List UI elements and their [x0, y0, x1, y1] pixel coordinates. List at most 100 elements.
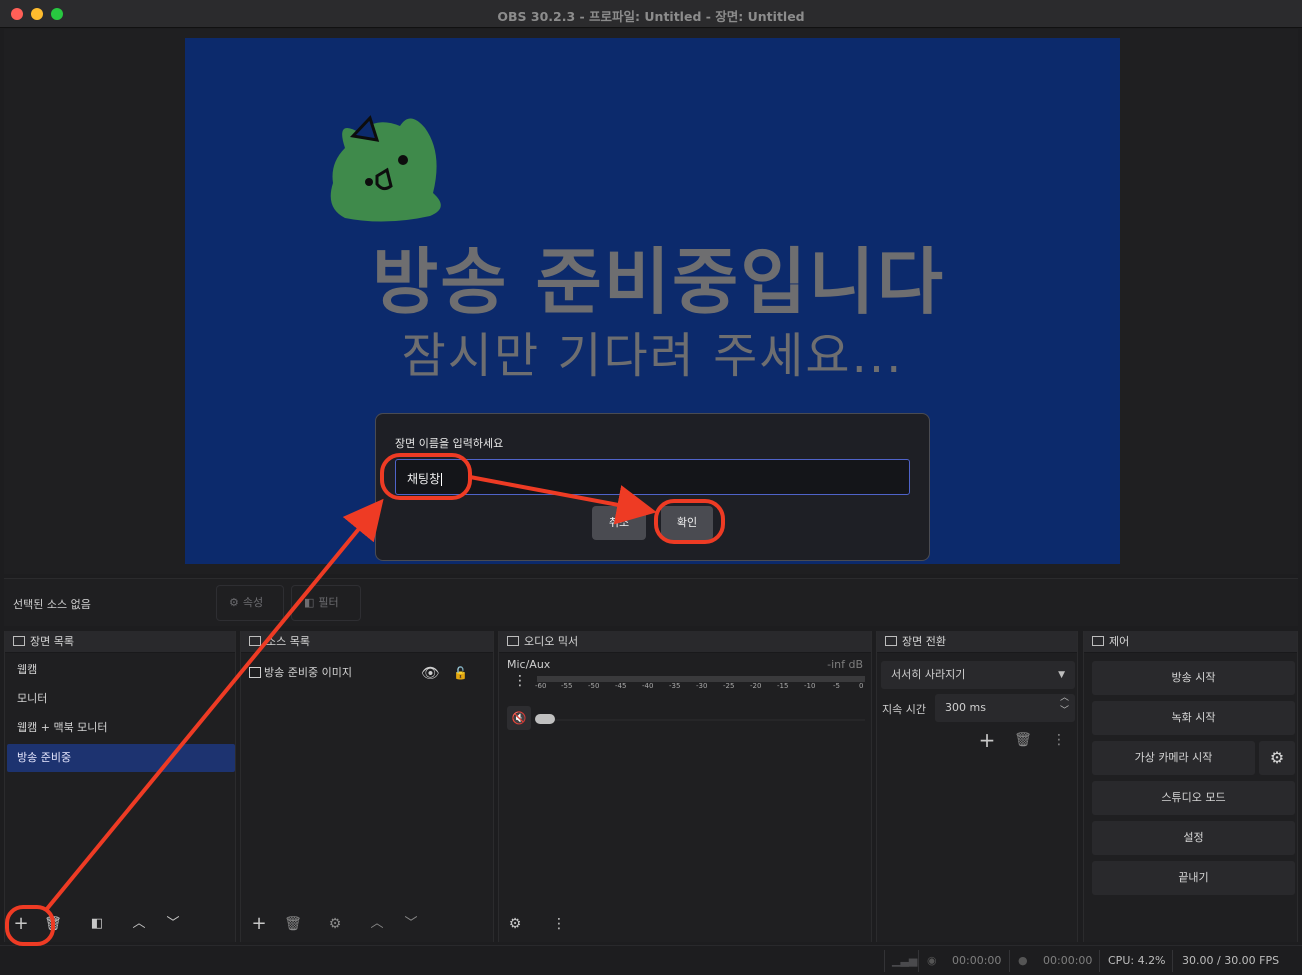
start-virtual-camera-button[interactable]: 가상 카메라 시작	[1092, 741, 1255, 775]
dock-icon	[507, 636, 519, 646]
scene-item-monitor[interactable]: 모니터	[7, 685, 235, 713]
record-status-icon: ●	[1018, 954, 1028, 967]
stream-time: 00:00:00	[952, 954, 1002, 967]
mute-button[interactable]: 🔇	[507, 706, 531, 730]
dock-icon	[249, 636, 261, 646]
scene-item-standby[interactable]: 방송 준비중	[7, 744, 235, 772]
dock-icon	[1092, 636, 1104, 646]
status-bar: ▁▃▅ ◉ 00:00:00 ● 00:00:00 CPU: 4.2% 30.0…	[0, 945, 1302, 975]
gear-icon: ⚙	[508, 916, 522, 932]
sources-toolbar: + 🗑 ⚙ ︿ ﹀	[241, 906, 493, 942]
signal-strength-icon: ▁▃▅	[892, 954, 918, 967]
cancel-button[interactable]: 취소	[592, 506, 646, 540]
move-scene-up-button[interactable]: ︿	[127, 912, 151, 936]
ok-button[interactable]: 확인	[661, 506, 713, 540]
add-scene-button[interactable]: +	[9, 912, 33, 936]
scenes-toolbar: + 🗑 ◧ ︿ ﹀	[5, 906, 235, 942]
transition-menu-button[interactable]: ⋮	[1047, 728, 1071, 752]
dialog-prompt: 장면 이름을 입력하세요	[395, 437, 504, 450]
meter-tick-label: -20	[750, 682, 762, 690]
remove-scene-button[interactable]: 🗑	[41, 912, 65, 936]
controls-dock-header: 제어	[1084, 631, 1297, 653]
transitions-body: 서서히 사라지기 ▼ 지속 시간 300 ms ︿ ﹀ + 🗑 ⋮	[877, 654, 1077, 942]
add-source-button[interactable]: +	[247, 912, 271, 936]
remove-source-button[interactable]: 🗑	[281, 912, 305, 936]
meter-tick-label: -30	[696, 682, 708, 690]
title-bar: OBS 30.2.3 - 프로파일: Untitled - 장면: Untitl…	[0, 0, 1302, 28]
scene-item-label: 방송 준비중	[17, 751, 72, 764]
mixer-channel-name: Mic/Aux	[507, 658, 551, 671]
fps-readout: 30.00 / 30.00 FPS	[1182, 954, 1280, 967]
more-vertical-icon: ⋮	[552, 916, 566, 932]
gear-icon: ⚙	[229, 596, 239, 609]
image-icon	[249, 666, 261, 678]
transitions-dock-title: 장면 전환	[902, 635, 946, 648]
move-source-down-button[interactable]: ﹀	[399, 912, 423, 936]
transitions-dock-header: 장면 전환	[877, 631, 1077, 653]
scene-item-label: 웹캠 + 맥북 모니터	[17, 721, 108, 734]
sources-dock-header: 소스 목록	[241, 631, 493, 653]
trash-icon: 🗑	[284, 916, 302, 932]
plus-icon: +	[251, 913, 267, 934]
move-scene-down-button[interactable]: ﹀	[161, 912, 185, 936]
cpu-usage: CPU: 4.2%	[1108, 954, 1166, 967]
gear-icon: ⚙	[328, 916, 342, 932]
spin-arrows-icon[interactable]: ︿ ﹀	[1060, 692, 1069, 718]
audio-mixer-dock-header: 오디오 믹서	[499, 631, 871, 653]
eye-icon[interactable]: 👁	[421, 662, 440, 684]
audio-mixer-body: Mic/Aux -inf dB ⋮ -60 -55 -50 -45 -40 -3…	[499, 654, 871, 942]
advanced-audio-button[interactable]: ⚙	[503, 912, 527, 936]
source-item[interactable]: 방송 준비중 이미지 👁 🔓	[249, 662, 468, 684]
text-caret	[441, 473, 443, 486]
meter-tick-label: -35	[669, 682, 681, 690]
chevron-up-icon: ︿	[370, 916, 384, 931]
studio-mode-button[interactable]: 스튜디오 모드	[1092, 781, 1295, 815]
meter-tick-label: -40	[642, 682, 654, 690]
preview-subline: 잠시만 기다려 주세요...	[401, 328, 904, 384]
remove-transition-button[interactable]: 🗑	[1011, 728, 1035, 752]
properties-label: 속성	[242, 596, 264, 609]
chevron-down-icon: ▼	[1058, 670, 1065, 680]
filters-label: 필터	[318, 596, 339, 609]
exit-button[interactable]: 끝내기	[1092, 861, 1295, 895]
filters-button[interactable]: ◧ 필터	[291, 585, 361, 621]
plus-icon: +	[13, 913, 29, 934]
scene-item-webcam-macbook[interactable]: 웹캠 + 맥북 모니터	[7, 714, 235, 742]
source-properties-button[interactable]: ⚙	[323, 912, 347, 936]
duration-spinbox[interactable]: 300 ms ︿ ﹀	[935, 692, 1075, 722]
plus-icon: +	[978, 728, 996, 752]
properties-button[interactable]: ⚙ 속성	[216, 585, 284, 621]
controls-dock: 제어 방송 시작 녹화 시작 가상 카메라 시작 ⚙ 스튜디오 모드 설정 끝내…	[1083, 631, 1298, 942]
move-source-up-button[interactable]: ︿	[365, 912, 389, 936]
volume-slider-track[interactable]	[537, 718, 865, 722]
scenes-dock-header: 장면 목록	[5, 631, 235, 653]
scene-item-label: 모니터	[17, 692, 48, 705]
volume-slider-handle[interactable]	[535, 714, 555, 724]
transition-select[interactable]: 서서히 사라지기 ▼	[881, 661, 1075, 689]
settings-button[interactable]: 설정	[1092, 821, 1295, 855]
meter-tick-label: -55	[561, 682, 573, 690]
scene-item-webcam[interactable]: 웹캠	[7, 656, 235, 684]
transitions-dock: 장면 전환 서서히 사라지기 ▼ 지속 시간 300 ms ︿ ﹀ + 🗑 ⋮	[876, 631, 1078, 942]
meter-tick-label: -60	[535, 682, 547, 690]
source-list: 방송 준비중 이미지 👁 🔓 + 🗑 ⚙ ︿ ﹀	[241, 654, 493, 942]
add-transition-button[interactable]: +	[975, 728, 999, 752]
meter-tick-label: -50	[588, 682, 600, 690]
channel-menu-button[interactable]: ⋮	[513, 674, 527, 688]
sources-dock-title: 소스 목록	[266, 635, 310, 648]
start-streaming-button[interactable]: 방송 시작	[1092, 661, 1295, 695]
scene-name-input[interactable]: 채팅창	[395, 459, 910, 495]
source-item-label: 방송 준비중 이미지	[264, 666, 352, 679]
virtual-camera-settings-button[interactable]: ⚙	[1259, 741, 1295, 775]
controls-body: 방송 시작 녹화 시작 가상 카메라 시작 ⚙ 스튜디오 모드 설정 끝내기	[1084, 654, 1297, 942]
mixer-level-readout: -inf dB	[827, 658, 863, 671]
trash-icon: 🗑	[1014, 732, 1032, 748]
meter-tick-label: -45	[615, 682, 627, 690]
properties-bar: 선택된 소스 없음 ⚙ 속성 ◧ 필터	[4, 578, 1298, 626]
status-divider	[1172, 950, 1173, 972]
controls-dock-title: 제어	[1109, 635, 1130, 648]
unlock-icon[interactable]: 🔓	[453, 662, 468, 684]
mixer-menu-button[interactable]: ⋮	[547, 912, 571, 936]
start-recording-button[interactable]: 녹화 시작	[1092, 701, 1295, 735]
scene-filters-button[interactable]: ◧	[85, 912, 109, 936]
